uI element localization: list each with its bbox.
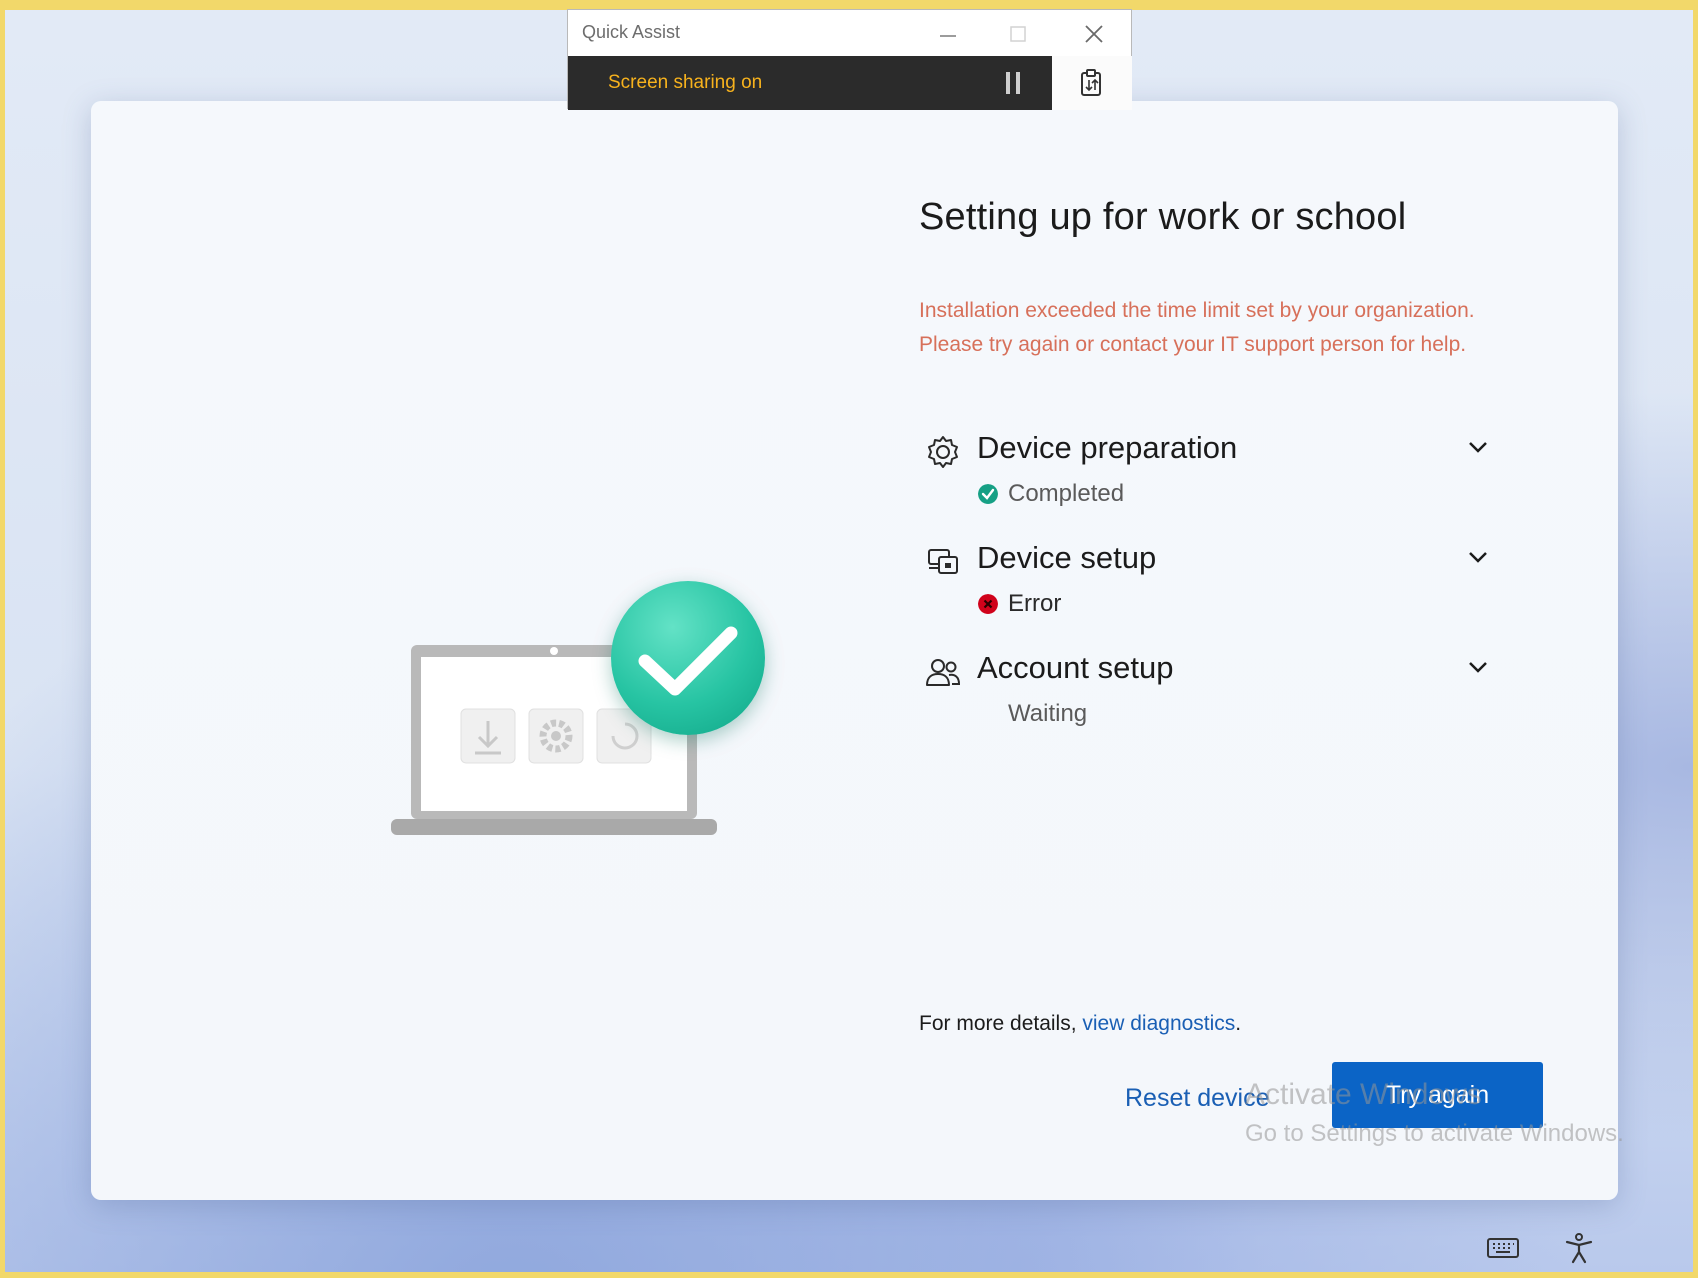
checkmark-icon — [638, 626, 738, 696]
reset-device-button[interactable]: Reset device — [1125, 1068, 1270, 1128]
step-status: Completed — [1008, 480, 1125, 507]
quick-assist-window: Quick Assist Screen sharing on — [567, 9, 1132, 110]
try-again-button[interactable]: Try again — [1332, 1062, 1543, 1128]
step-name: Device preparation — [977, 430, 1238, 465]
step-name: Account setup — [977, 650, 1174, 685]
details-prefix: For more details, — [919, 1012, 1083, 1035]
page-title: Setting up for work or school — [919, 196, 1407, 238]
clipboard-transfer-icon — [1081, 69, 1101, 96]
device-setup-icon — [928, 549, 958, 574]
step-status: Waiting — [1008, 700, 1088, 727]
step-status: Error — [1008, 590, 1062, 617]
chevron-down-icon[interactable] — [1465, 544, 1491, 570]
close-icon[interactable] — [1076, 16, 1112, 52]
details-suffix: . — [1235, 1012, 1242, 1035]
screen-sharing-bar: Screen sharing on — [568, 56, 1052, 110]
view-diagnostics-link[interactable]: view diagnostics — [1082, 1012, 1235, 1035]
step-device-setup[interactable]: Device setup Error — [925, 540, 1495, 640]
screen-sharing-status: Screen sharing on — [608, 72, 763, 93]
chevron-down-icon[interactable] — [1465, 434, 1491, 460]
gear-icon — [928, 436, 958, 468]
step-device-preparation[interactable]: Device preparation Completed — [925, 430, 1495, 530]
step-name: Device setup — [977, 540, 1157, 575]
chevron-down-icon[interactable] — [1465, 654, 1491, 680]
maximize-icon[interactable] — [1000, 16, 1036, 52]
clipboard-transfer-button[interactable] — [1052, 56, 1132, 110]
error-message-line2: Please try again or contact your IT supp… — [919, 333, 1467, 356]
error-message-line1: Installation exceeded the time limit set… — [919, 299, 1475, 322]
minimize-icon[interactable] — [930, 16, 966, 52]
error-icon — [978, 594, 998, 614]
accessibility-icon[interactable] — [1561, 1232, 1597, 1264]
success-check-badge — [611, 581, 765, 735]
keyboard-icon[interactable] — [1485, 1232, 1521, 1264]
details-line: For more details, view diagnostics. — [919, 1012, 1241, 1036]
success-check-icon — [978, 484, 998, 504]
pause-icon[interactable] — [1004, 72, 1024, 94]
quick-assist-title: Quick Assist — [582, 22, 681, 42]
people-icon — [926, 659, 961, 686]
error-message: Installation exceeded the time limit set… — [919, 294, 1599, 362]
step-account-setup[interactable]: Account setup Waiting — [925, 650, 1495, 750]
desktop-background: Setting up for work or school Installati… — [5, 10, 1693, 1272]
